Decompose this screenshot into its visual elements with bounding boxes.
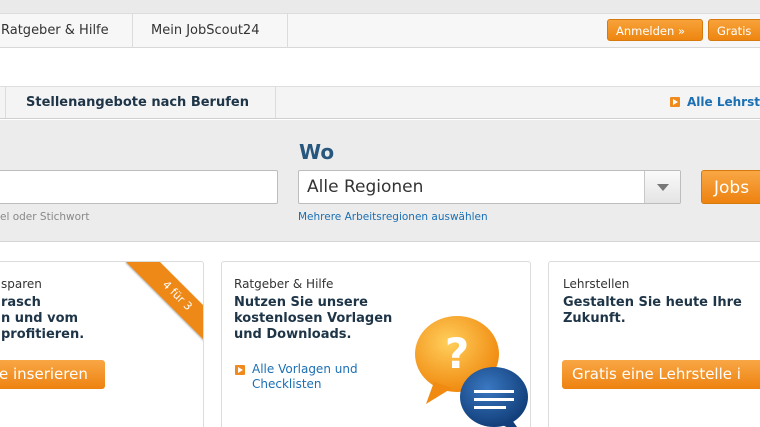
promo-ribbon-badge: 4 für 3 bbox=[126, 262, 203, 347]
what-search-hint: el oder Stichwort bbox=[0, 211, 90, 223]
question-chat-bubbles-icon: ? bbox=[415, 316, 528, 427]
card-title: rasch n und vom profitieren. bbox=[1, 295, 85, 342]
promo-card-inserieren: sparen rasch n und vom profitieren. e in… bbox=[0, 261, 204, 427]
multiple-regions-link[interactable]: Mehrere Arbeitsregionen auswählen bbox=[298, 211, 488, 223]
browser-top-strip bbox=[0, 0, 760, 14]
promo-card-lehrstellen: Lehrstellen Gestalten Sie heute Ihre Zuk… bbox=[548, 261, 760, 427]
card-title: Nutzen Sie unsere kostenlosen Vorlagen u… bbox=[234, 295, 393, 342]
card-title: Gestalten Sie heute Ihre Zukunft. bbox=[563, 295, 742, 326]
promo-card-ratgeber: Ratgeber & Hilfe Nutzen Sie unsere koste… bbox=[221, 261, 531, 427]
nav-tab-mein-jobscout24[interactable]: Mein JobScout24 bbox=[133, 14, 288, 48]
inserieren-button[interactable]: e inserieren bbox=[0, 360, 105, 389]
all-lehrstellen-link[interactable]: Alle Lehrste bbox=[687, 87, 760, 118]
gratis-button[interactable]: Gratis bbox=[708, 19, 760, 41]
what-search-input[interactable] bbox=[0, 170, 278, 204]
svg-text:?: ? bbox=[445, 329, 469, 378]
arrow-right-icon bbox=[670, 97, 680, 107]
region-select[interactable]: Alle Regionen bbox=[298, 170, 681, 204]
search-jobs-button[interactable]: Jobs bbox=[701, 170, 760, 204]
chevron-down-icon bbox=[657, 184, 669, 191]
divider bbox=[275, 87, 276, 118]
region-dropdown-button[interactable] bbox=[644, 171, 680, 203]
divider bbox=[5, 87, 6, 118]
where-label: Wo bbox=[299, 140, 335, 164]
secondary-navigation: Stellenangebote nach Berufen Alle Lehrst… bbox=[0, 86, 760, 119]
job-search-panel: el oder Stichwort Wo Alle Regionen Mehre… bbox=[0, 120, 760, 242]
card-category: Ratgeber & Hilfe bbox=[234, 277, 334, 291]
login-button[interactable]: Anmelden » bbox=[607, 19, 703, 41]
arrow-right-icon bbox=[235, 365, 245, 375]
gratis-lehrstelle-button[interactable]: Gratis eine Lehrstelle i bbox=[562, 360, 760, 389]
region-select-value: Alle Regionen bbox=[307, 177, 424, 197]
tab-stellenangebote-nach-berufen[interactable]: Stellenangebote nach Berufen bbox=[26, 87, 249, 118]
vorlagen-checklisten-link[interactable]: Alle Vorlagen und Checklisten bbox=[252, 362, 358, 392]
card-category: Lehrstellen bbox=[563, 277, 630, 291]
nav-tab-ratgeber[interactable]: Ratgeber & Hilfe bbox=[0, 14, 133, 48]
card-category: sparen bbox=[1, 277, 42, 291]
